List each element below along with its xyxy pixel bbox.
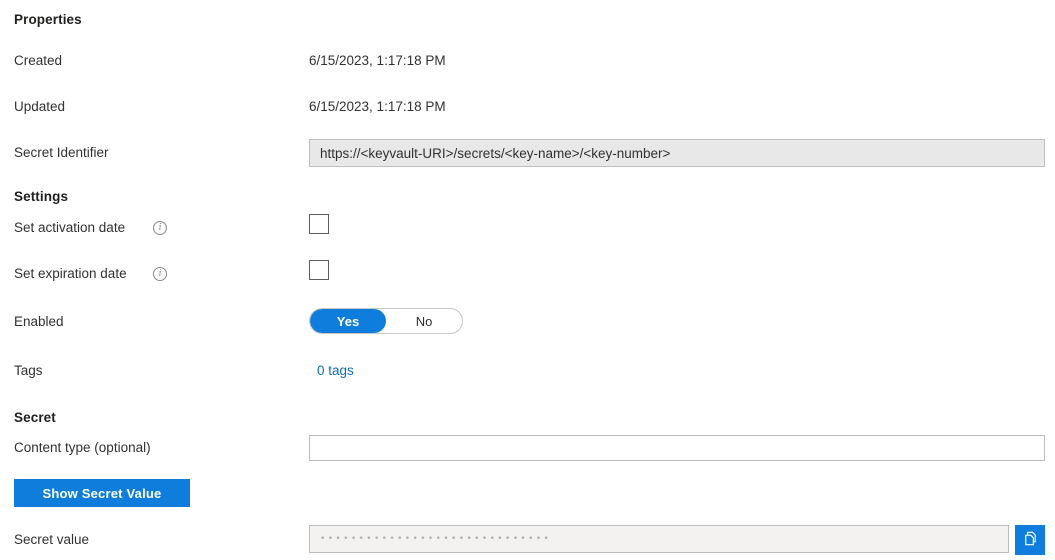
- enabled-toggle[interactable]: Yes No: [309, 308, 463, 334]
- tags-link[interactable]: 0 tags: [317, 359, 354, 383]
- content-type-input[interactable]: [309, 435, 1045, 461]
- secret-section-header: Secret: [14, 410, 56, 425]
- info-icon[interactable]: i: [153, 221, 167, 235]
- set-activation-date-checkbox[interactable]: [309, 214, 329, 234]
- settings-section-header: Settings: [14, 189, 69, 204]
- copy-icon-button[interactable]: [1015, 525, 1045, 555]
- enabled-toggle-no[interactable]: No: [386, 309, 462, 333]
- secret-value-masked-text: ••••••••••••••••••••••••••••••: [320, 534, 552, 544]
- tags-label: Tags: [14, 363, 43, 378]
- show-secret-value-button[interactable]: Show Secret Value: [14, 479, 190, 507]
- enabled-toggle-yes[interactable]: Yes: [310, 309, 386, 333]
- secret-value-label: Secret value: [14, 532, 90, 547]
- secret-value-field[interactable]: ••••••••••••••••••••••••••••••: [309, 525, 1009, 553]
- enabled-label: Enabled: [14, 314, 64, 329]
- set-expiration-date-checkbox[interactable]: [309, 260, 329, 280]
- created-label: Created: [14, 53, 63, 68]
- content-type-label: Content type (optional): [14, 440, 151, 455]
- set-activation-date-label: Set activation date: [14, 220, 126, 235]
- set-expiration-date-label: Set expiration date: [14, 266, 127, 281]
- secret-identifier-field[interactable]: https://<keyvault-URI>/secrets/<key-name…: [309, 139, 1045, 167]
- updated-label: Updated: [14, 99, 66, 114]
- info-icon[interactable]: i: [153, 267, 167, 281]
- secret-properties-panel: Properties Created 6/15/2023, 1:17:18 PM…: [0, 0, 1055, 560]
- properties-section-header: Properties: [14, 12, 82, 27]
- copy-icon: [1022, 530, 1039, 550]
- created-value: 6/15/2023, 1:17:18 PM: [309, 53, 446, 68]
- secret-identifier-label: Secret Identifier: [14, 145, 109, 160]
- updated-value: 6/15/2023, 1:17:18 PM: [309, 99, 446, 114]
